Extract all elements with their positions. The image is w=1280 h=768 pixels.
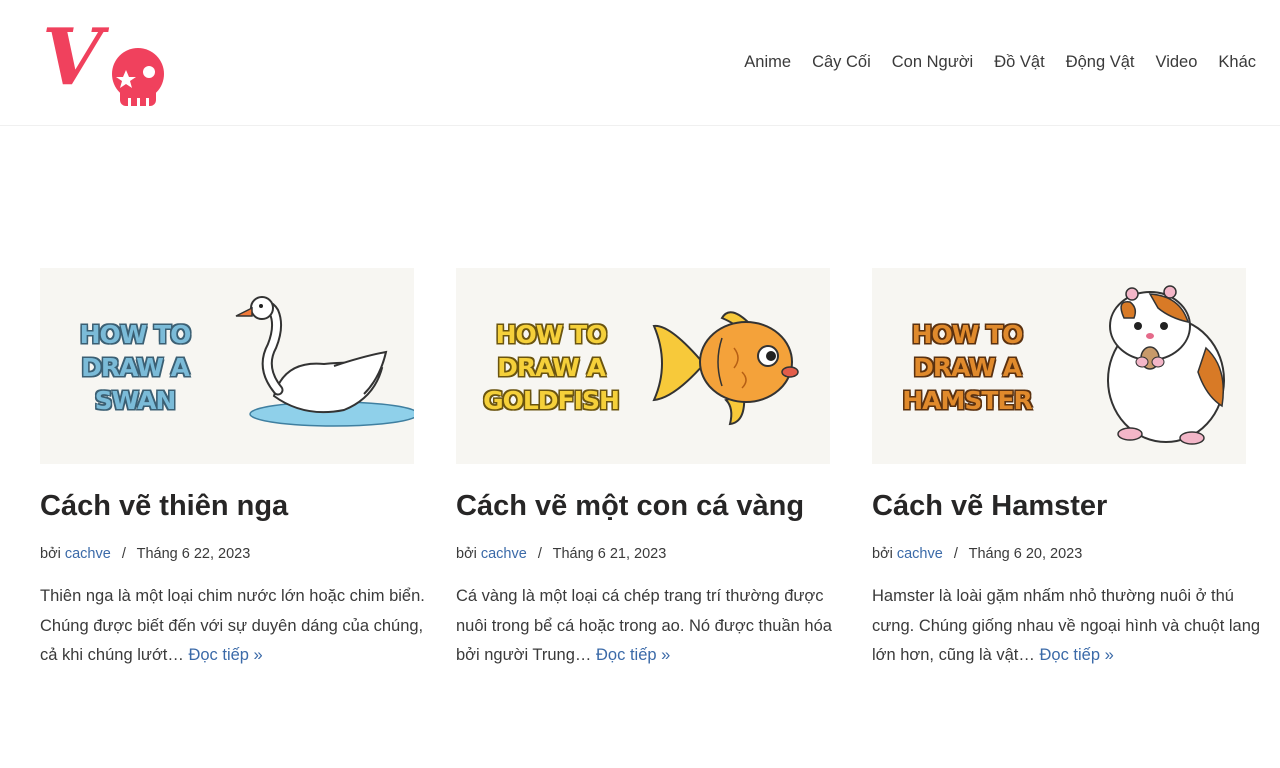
thumbnail-line: SWAN: [94, 386, 177, 415]
post-card: HOW TO DRAW A GOLDFISH Cách vẽ một con c…: [456, 268, 832, 671]
nav-item-anime[interactable]: Anime: [744, 50, 791, 74]
post-excerpt: Hamster là loài gặm nhấm nhỏ thường nuôi…: [872, 582, 1262, 671]
thumbnail-line: GOLDFISH: [483, 386, 620, 415]
post-excerpt: Cá vàng là một loại cá chép trang trí th…: [456, 582, 846, 671]
post-grid: HOW TO DRAW A SWAN Cách vẽ thiên nga bởi…: [40, 268, 1260, 688]
post-thumbnail[interactable]: HOW TO DRAW A HAMSTER: [872, 268, 1246, 464]
thumbnail-caption: HOW TO DRAW A HAMSTER: [872, 318, 1062, 417]
thumbnail-line: HOW TO: [911, 320, 1024, 349]
thumbnail-line: DRAW A: [913, 353, 1022, 382]
meta-separator: /: [121, 546, 126, 562]
site-logo[interactable]: V: [40, 18, 166, 108]
hamster-illustration: [1107, 285, 1225, 445]
meta-prefix: bởi: [872, 546, 893, 562]
site-header: V Anime Cây Cối Con Người Đồ Vật Động Vậ…: [0, 0, 1280, 126]
thumbnail-line: DRAW A: [81, 353, 190, 382]
post-title[interactable]: Cách vẽ một con cá vàng: [456, 488, 830, 524]
read-more-link[interactable]: Đọc tiếp »: [596, 646, 670, 664]
post-date: Tháng 6 22, 2023: [136, 546, 251, 562]
read-more-link[interactable]: Đọc tiếp »: [1039, 646, 1113, 664]
main-nav: Anime Cây Cối Con Người Đồ Vật Động Vật …: [723, 50, 1256, 74]
nav-item-cay-coi[interactable]: Cây Cối: [812, 50, 871, 74]
nav-item-do-vat[interactable]: Đồ Vật: [994, 50, 1044, 74]
thumbnail-line: HAMSTER: [902, 386, 1033, 415]
nav-item-con-nguoi[interactable]: Con Người: [892, 50, 973, 74]
post-title[interactable]: Cách vẽ Hamster: [872, 488, 1246, 524]
post-card: HOW TO DRAW A SWAN Cách vẽ thiên nga bởi…: [40, 268, 425, 671]
post-excerpt: Thiên nga là một loại chim nước lớn hoặc…: [40, 582, 430, 671]
nav-item-video[interactable]: Video: [1155, 50, 1197, 74]
post-title[interactable]: Cách vẽ thiên nga: [40, 488, 414, 524]
goldfish-illustration: [652, 311, 799, 426]
nav-item-khac[interactable]: Khác: [1218, 50, 1256, 74]
nav-item-dong-vat[interactable]: Động Vật: [1066, 50, 1135, 74]
post-date: Tháng 6 21, 2023: [552, 546, 667, 562]
thumbnail-line: HOW TO: [495, 320, 608, 349]
thumbnail-caption: HOW TO DRAW A SWAN: [40, 318, 230, 417]
post-thumbnail[interactable]: HOW TO DRAW A SWAN: [40, 268, 414, 464]
post-meta: bởi cachve / Tháng 6 22, 2023: [40, 544, 414, 564]
author-link[interactable]: cachve: [481, 546, 527, 562]
meta-separator: /: [537, 546, 542, 562]
meta-separator: /: [953, 546, 958, 562]
post-date: Tháng 6 20, 2023: [968, 546, 1083, 562]
post-meta: bởi cachve / Tháng 6 20, 2023: [872, 544, 1246, 564]
meta-prefix: bởi: [40, 546, 61, 562]
post-card: HOW TO DRAW A HAMSTER Cách vẽ Hamster bở…: [872, 268, 1260, 671]
post-thumbnail[interactable]: HOW TO DRAW A GOLDFISH: [456, 268, 830, 464]
thumbnail-line: HOW TO: [79, 320, 192, 349]
read-more-link[interactable]: Đọc tiếp »: [188, 646, 262, 664]
author-link[interactable]: cachve: [65, 546, 111, 562]
post-meta: bởi cachve / Tháng 6 21, 2023: [456, 544, 830, 564]
svg-text:V: V: [42, 18, 110, 103]
author-link[interactable]: cachve: [897, 546, 943, 562]
swan-illustration: [235, 296, 414, 427]
thumbnail-caption: HOW TO DRAW A GOLDFISH: [456, 318, 646, 417]
thumbnail-line: DRAW A: [497, 353, 606, 382]
meta-prefix: bởi: [456, 546, 477, 562]
logo-icon: V: [42, 18, 164, 106]
